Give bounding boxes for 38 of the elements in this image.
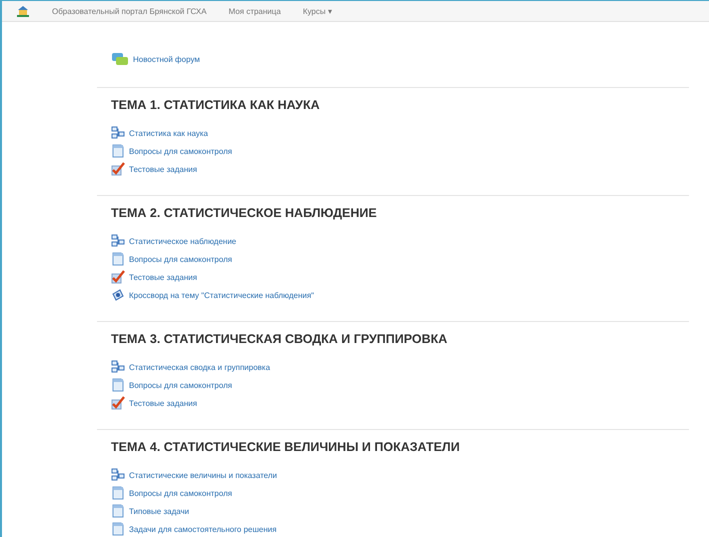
checkmark-icon <box>111 396 125 410</box>
structure-icon <box>111 360 125 374</box>
page-icon <box>111 522 125 536</box>
structure-icon <box>111 234 125 248</box>
section-heading: ТЕМА 3. СТАТИСТИЧЕСКАЯ СВОДКА И ГРУППИРОВКА <box>111 331 448 347</box>
page-icon <box>111 504 125 518</box>
activity-link[interactable]: Кроссворд на тему "Статистические наблюдения" <box>129 290 314 300</box>
forum-link[interactable]: Новостной форум <box>133 54 200 64</box>
checkmark-icon <box>111 162 125 176</box>
activity-link[interactable]: Вопросы для самоконтроля <box>129 488 232 498</box>
activity-link[interactable]: Статистика как наука <box>129 128 208 138</box>
page-icon <box>111 252 125 266</box>
activity-link[interactable]: Тестовые задания <box>129 164 198 174</box>
logo-icon[interactable] <box>16 4 30 18</box>
nav-link[interactable]: Моя страница <box>228 6 281 16</box>
section-heading: ТЕМА 1. СТАТИСТИКА КАК НАУКА <box>111 97 321 113</box>
page-icon <box>111 486 125 500</box>
activity-link[interactable]: Тестовые задания <box>129 398 198 408</box>
page-icon <box>111 144 125 158</box>
activity-link[interactable]: Вопросы для самоконтроля <box>129 380 232 390</box>
activity-link[interactable]: Статистическое наблюдение <box>129 236 236 246</box>
section-heading: ТЕМА 2. СТАТИСТИЧЕСКОЕ НАБЛЮДЕНИЕ <box>111 205 378 221</box>
page-icon <box>111 378 125 392</box>
site-title-link[interactable]: Образовательный портал Брянской ГСХА <box>52 6 207 16</box>
nav-link[interactable]: Курсы ▾ <box>302 6 332 16</box>
crossword-icon <box>111 288 125 302</box>
structure-icon <box>111 468 125 482</box>
section-heading: ТЕМА 4. СТАТИСТИЧЕСКИЕ ВЕЛИЧИНЫ И ПОКАЗАТЕЛИ <box>111 439 461 455</box>
activity-link[interactable]: Статистические величины и показатели <box>129 470 277 480</box>
activity-link[interactable]: Вопросы для самоконтроля <box>129 254 232 264</box>
activity-link[interactable]: Задачи для самостоятельного решения <box>129 524 277 534</box>
checkmark-icon <box>111 270 125 284</box>
activity-link[interactable]: Тестовые задания <box>129 272 198 282</box>
activity-link[interactable]: Статистическая сводка и группировка <box>129 362 270 372</box>
structure-icon <box>111 126 125 140</box>
activity-link[interactable]: Вопросы для самоконтроля <box>129 146 232 156</box>
activity-link[interactable]: Типовые задачи <box>129 506 190 516</box>
chat-icon <box>111 52 129 66</box>
